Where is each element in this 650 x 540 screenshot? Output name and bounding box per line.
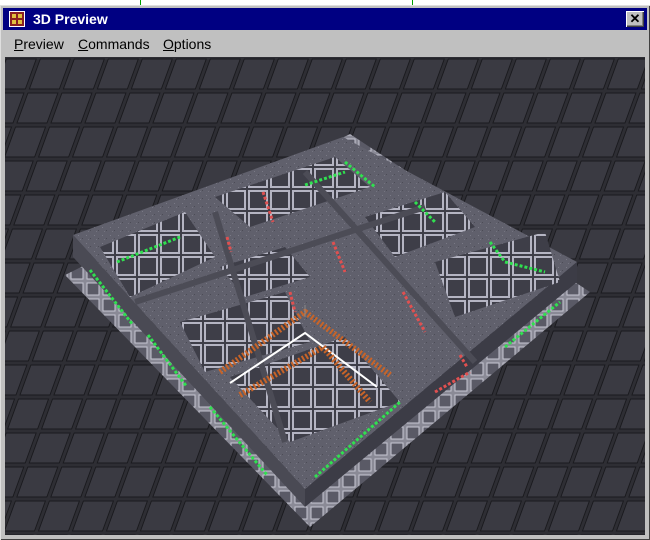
preview-window: 3D Preview ✕ Preview Commands Options xyxy=(0,5,650,540)
close-icon: ✕ xyxy=(629,11,641,26)
jed-app-icon xyxy=(9,11,25,27)
3d-viewport[interactable] xyxy=(5,57,645,535)
menu-preview-label: review xyxy=(23,36,64,52)
title-bar[interactable]: 3D Preview ✕ xyxy=(3,8,647,30)
3d-scene[interactable] xyxy=(5,57,645,535)
menu-commands-mnemonic: C xyxy=(78,36,89,52)
menu-options[interactable]: Options xyxy=(163,36,211,52)
menu-preview[interactable]: Preview xyxy=(14,36,64,52)
window-title: 3D Preview xyxy=(33,11,108,27)
menu-commands[interactable]: Commands xyxy=(78,36,150,52)
menu-commands-label: ommands xyxy=(88,36,150,52)
menu-options-mnemonic: O xyxy=(163,36,174,52)
close-button[interactable]: ✕ xyxy=(626,11,644,27)
menu-bar: Preview Commands Options xyxy=(3,32,647,54)
menu-options-label: ptions xyxy=(173,36,212,52)
menu-preview-mnemonic: P xyxy=(14,36,24,52)
